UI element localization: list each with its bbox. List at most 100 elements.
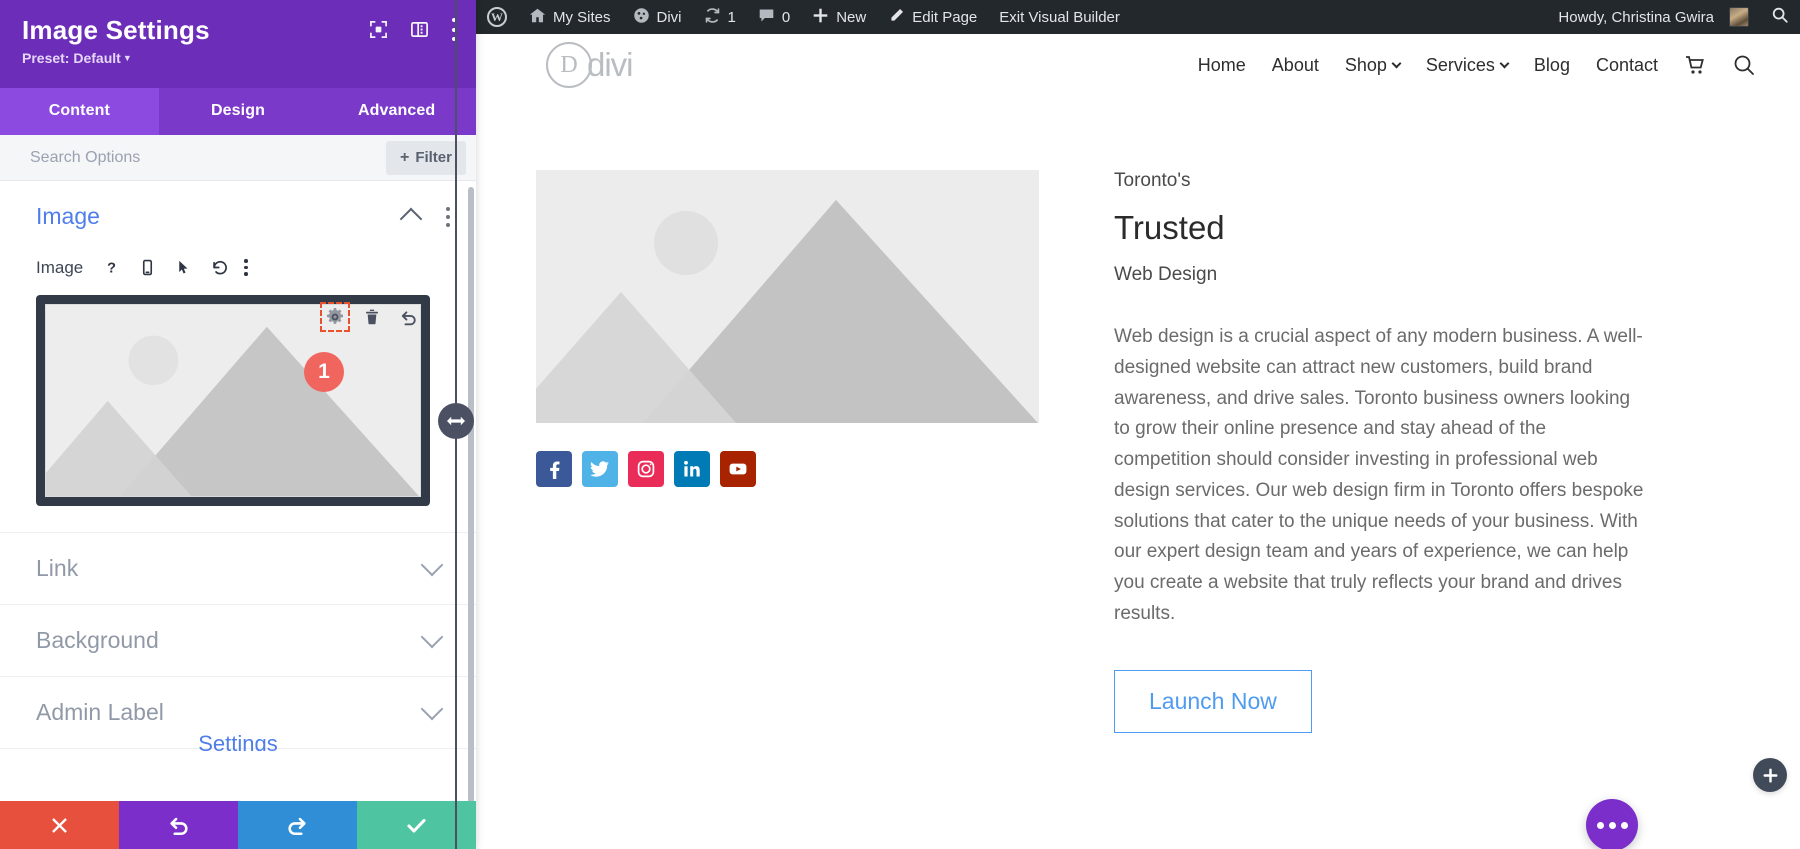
divi-logo-word: divi	[587, 46, 634, 83]
panel-scrollbar[interactable]	[468, 181, 474, 801]
linkedin-icon[interactable]	[674, 451, 710, 487]
visual-builder-screen: W My Sites Divi 1 0 New Edit Page Exit V…	[0, 0, 1800, 849]
trash-icon[interactable]	[363, 308, 381, 326]
hero-body-copy: Web design is a crucial aspect of any mo…	[1114, 326, 1644, 624]
image-field-label: Image	[36, 257, 84, 277]
nav-item-services[interactable]: Services	[1426, 55, 1510, 76]
youtube-icon[interactable]	[720, 451, 756, 487]
chevron-down-icon[interactable]	[420, 697, 444, 721]
reset-icon[interactable]	[208, 256, 231, 279]
section-title: Image	[36, 203, 100, 229]
site-logo[interactable]: D divi	[546, 42, 634, 88]
site-preview-canvas: D divi Home About Shop Services Blog Con…	[476, 34, 1800, 849]
undo-icon[interactable]	[399, 308, 418, 327]
section-title: Admin Label	[36, 699, 164, 725]
nav-item-home[interactable]: Home	[1198, 55, 1246, 76]
admin-bar-item-exit-visual-builder[interactable]: Exit Visual Builder	[988, 0, 1131, 34]
responsive-icon[interactable]	[136, 256, 159, 279]
search-icon[interactable]	[1732, 53, 1756, 77]
tab-advanced[interactable]: Advanced	[317, 88, 476, 135]
howdy-label: Howdy, Christina Gwira	[1558, 8, 1714, 26]
admin-bar-item-comments[interactable]: 0	[747, 0, 801, 34]
chevron-up-icon[interactable]	[399, 207, 423, 230]
nav-item-blog[interactable]: Blog	[1534, 55, 1570, 76]
more-vertical-icon[interactable]	[244, 259, 249, 276]
admin-bar-item-my-sites[interactable]: My Sites	[518, 0, 622, 34]
hover-icon[interactable]	[172, 256, 195, 279]
admin-bar-item-updates[interactable]: 1	[693, 0, 747, 34]
panel-resize-divider[interactable]	[438, 0, 474, 849]
image-field-row: Image ?	[0, 252, 476, 289]
nav-label: Contact	[1595, 54, 1658, 75]
comments-icon	[758, 7, 775, 28]
nav-item-contact[interactable]: Contact	[1596, 55, 1658, 76]
layout-panel-icon[interactable]	[410, 20, 429, 39]
panel-header: Image Settings Preset: Default ▼	[0, 0, 476, 88]
section-title: Link	[36, 555, 79, 581]
search-icon	[1771, 6, 1789, 28]
chevron-down-icon	[1391, 58, 1402, 68]
wp-logo-menu[interactable]: W	[476, 0, 518, 34]
nav-item-about[interactable]: About	[1272, 55, 1319, 76]
step-badge: 1	[304, 352, 344, 392]
focus-icon[interactable]	[369, 20, 388, 39]
nav-label: Blog	[1533, 54, 1570, 75]
hero-headline: Trusted	[1114, 209, 1225, 246]
settings-gear-icon[interactable]	[320, 302, 350, 332]
panel-preset-selector[interactable]: Preset: Default ▼	[22, 50, 454, 66]
dot	[1620, 821, 1628, 829]
filter-label: Filter	[415, 149, 452, 166]
undo-button[interactable]	[119, 801, 238, 849]
search-input[interactable]	[30, 148, 386, 167]
admin-bar-label: New	[836, 8, 867, 26]
panel-resize-handle[interactable]	[438, 403, 474, 439]
chevron-down-icon[interactable]	[420, 553, 444, 577]
pencil-icon	[888, 7, 905, 28]
section-header-background[interactable]: Background	[0, 605, 476, 676]
instagram-icon[interactable]	[628, 451, 664, 487]
twitter-icon[interactable]	[582, 451, 618, 487]
admin-bar-account-menu[interactable]: Howdy, Christina Gwira	[1547, 0, 1760, 34]
admin-bar-search-button[interactable]	[1760, 0, 1800, 34]
hero-subline: Web Design	[1114, 264, 1218, 285]
hero-eyebrow: Toronto's	[1114, 170, 1191, 191]
search-row: + Filter	[0, 135, 476, 181]
image-preview-inner	[45, 304, 421, 497]
image-preview-actions	[320, 302, 418, 332]
tab-design[interactable]: Design	[159, 88, 318, 135]
site-navigation: Home About Shop Services Blog Contact	[1198, 53, 1800, 77]
more-vertical-icon[interactable]	[445, 206, 450, 227]
section-header-link[interactable]: Link	[0, 533, 476, 604]
help-icon[interactable]: ?	[100, 256, 123, 279]
tab-content[interactable]: Content	[0, 88, 159, 135]
panel-footer-actions	[0, 801, 476, 849]
admin-bar-label: Edit Page	[912, 8, 978, 26]
save-button[interactable]	[357, 801, 476, 849]
chevron-down-icon[interactable]	[420, 625, 444, 649]
nav-item-shop[interactable]: Shop	[1345, 55, 1402, 76]
admin-bar-item-new[interactable]: New	[801, 0, 877, 34]
section-background: Background	[0, 605, 476, 677]
preset-label: Preset: Default	[22, 49, 121, 66]
facebook-icon[interactable]	[536, 451, 572, 487]
section-header-image[interactable]: Image	[0, 181, 476, 252]
filter-button[interactable]: + Filter	[385, 140, 466, 175]
admin-bar-item-edit-page[interactable]: Edit Page	[877, 0, 988, 34]
section-image: Image Image ? 1	[0, 181, 476, 533]
cart-icon[interactable]	[1684, 54, 1706, 76]
chevron-down-icon	[1499, 58, 1510, 68]
plus-icon	[812, 7, 829, 28]
launch-now-button[interactable]: Launch Now	[1114, 669, 1312, 733]
page-settings-button[interactable]	[1586, 799, 1638, 849]
admin-bar-item-divi[interactable]: Divi	[622, 0, 693, 34]
close-button[interactable]	[0, 801, 119, 849]
image-upload-wrap: 1	[0, 289, 476, 532]
nav-label: Home	[1197, 54, 1246, 75]
redo-button[interactable]	[238, 801, 357, 849]
panel-scrollbar-thumb[interactable]	[468, 187, 474, 801]
image-preview-frame[interactable]: 1	[36, 295, 430, 506]
add-module-button[interactable]	[1753, 758, 1787, 792]
admin-bar-label: 0	[781, 8, 791, 26]
social-icons-row	[536, 451, 1056, 487]
hero-image-placeholder[interactable]	[536, 170, 1039, 423]
